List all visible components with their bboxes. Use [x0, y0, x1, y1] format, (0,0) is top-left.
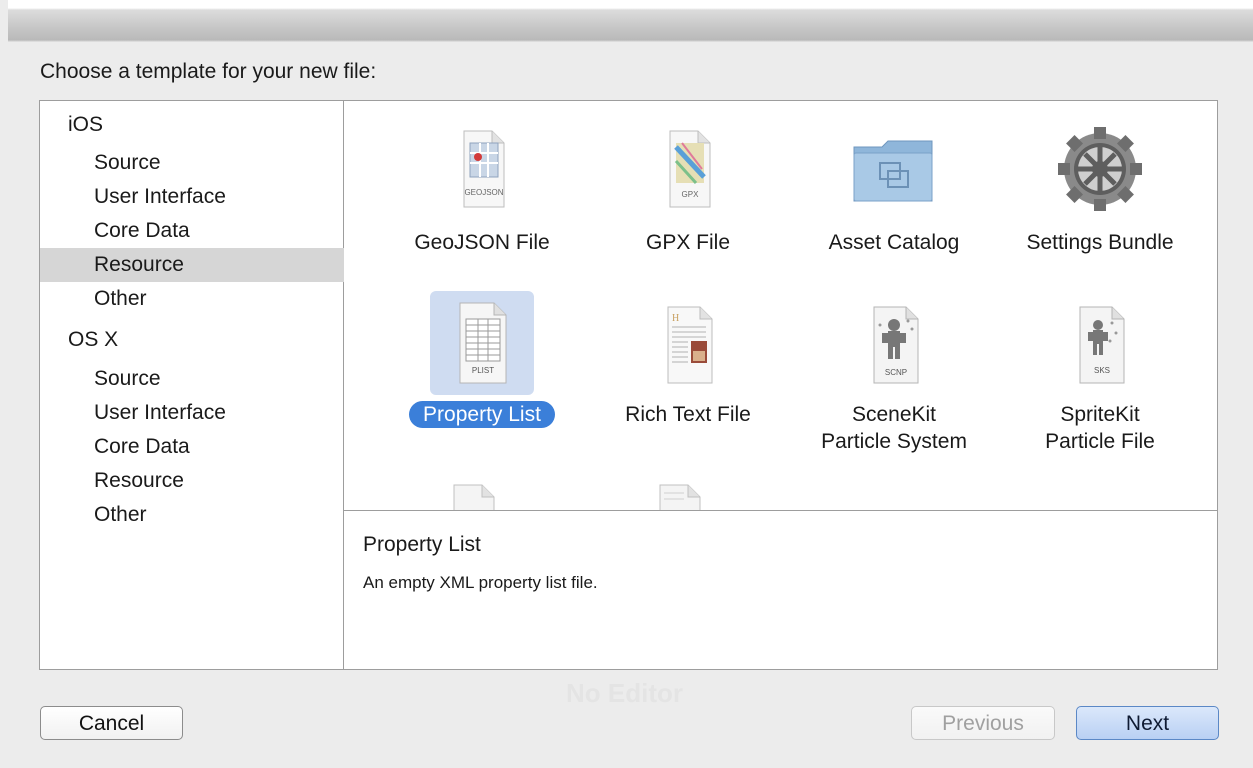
sks-badge: SKS: [1094, 366, 1110, 375]
sidebar-item-osx-source[interactable]: Source: [40, 362, 396, 396]
sidebar-item-osx-other[interactable]: Other: [40, 498, 396, 532]
template-spritekit-particle-file[interactable]: SKS SpriteKit Particle File: [1000, 289, 1200, 489]
platform-sidebar: iOS Source User Interface Core Data Reso…: [40, 101, 396, 669]
settings-gear-icon: [1048, 117, 1152, 221]
sidebar-item-osx[interactable]: OS X: [40, 323, 370, 357]
template-partial-1[interactable]: [382, 479, 582, 510]
plist-badge: PLIST: [472, 366, 494, 375]
file-icon: [448, 479, 508, 510]
svg-text:H: H: [672, 313, 679, 324]
sidebar-item-ios-resource[interactable]: Resource: [40, 248, 396, 282]
file-icon: [654, 479, 714, 510]
sidebar-item-ios-other[interactable]: Other: [40, 282, 396, 316]
sidebar-item-osx-core-data[interactable]: Core Data: [40, 430, 396, 464]
rich-text-file-icon: H: [636, 297, 740, 401]
next-button[interactable]: Next: [1076, 706, 1219, 740]
asset-catalog-folder-icon: [842, 117, 946, 221]
template-chooser: iOS Source User Interface Core Data Reso…: [39, 100, 1218, 670]
template-rich-text-file[interactable]: H Rich Text File: [588, 289, 788, 489]
template-property-list[interactable]: PLIST Property List: [382, 289, 582, 489]
template-label: GeoJSON File: [414, 231, 550, 254]
template-label: Rich Text File: [625, 403, 751, 426]
template-label: SpriteKit Particle File: [1045, 403, 1155, 453]
template-label: Asset Catalog: [828, 231, 960, 254]
cancel-button[interactable]: Cancel: [40, 706, 183, 740]
template-description-pane: Property List An empty XML property list…: [344, 511, 1217, 669]
previous-button[interactable]: Previous: [911, 706, 1055, 740]
scnp-badge: SCNP: [885, 368, 907, 377]
gpx-badge: GPX: [682, 190, 700, 199]
gpx-file-icon: GPX: [636, 117, 740, 221]
background-editor-label: No Editor: [566, 678, 683, 708]
template-asset-catalog[interactable]: Asset Catalog: [794, 109, 994, 269]
sidebar-item-ios-user-interface[interactable]: User Interface: [40, 180, 396, 214]
template-label: Settings Bundle: [1026, 231, 1174, 254]
geojson-badge: GEOJSON: [464, 188, 503, 197]
template-label: SceneKit Particle System: [821, 403, 967, 453]
template-label: Property List: [382, 401, 582, 428]
plist-file-icon: PLIST: [430, 291, 534, 395]
template-settings-bundle[interactable]: Settings Bundle: [1000, 109, 1200, 269]
sidebar-item-ios-source[interactable]: Source: [40, 146, 396, 180]
template-partial-2[interactable]: [588, 479, 788, 510]
sidebar-item-ios-core-data[interactable]: Core Data: [40, 214, 396, 248]
scenekit-particle-icon: SCNP: [842, 297, 946, 401]
dialog-prompt: Choose a template for your new file:: [40, 60, 377, 83]
sidebar-item-ios[interactable]: iOS: [40, 108, 370, 142]
window-title-bar: [8, 0, 1253, 42]
description-title: Property List: [363, 533, 481, 556]
template-geojson-file[interactable]: GEOJSON GeoJSON File: [382, 109, 582, 269]
geojson-file-icon: GEOJSON: [430, 117, 534, 221]
template-scenekit-particle-system[interactable]: SCNP SceneKit Particle System: [794, 289, 994, 489]
sidebar-item-osx-user-interface[interactable]: User Interface: [40, 396, 396, 430]
template-grid: GEOJSON GeoJSON File GPX GPX File Asset …: [344, 101, 1217, 510]
description-body: An empty XML property list file.: [363, 573, 598, 592]
sidebar-item-osx-resource[interactable]: Resource: [40, 464, 396, 498]
spritekit-particle-icon: SKS: [1048, 297, 1152, 401]
template-gpx-file[interactable]: GPX GPX File: [588, 109, 788, 269]
template-label: GPX File: [645, 231, 731, 254]
